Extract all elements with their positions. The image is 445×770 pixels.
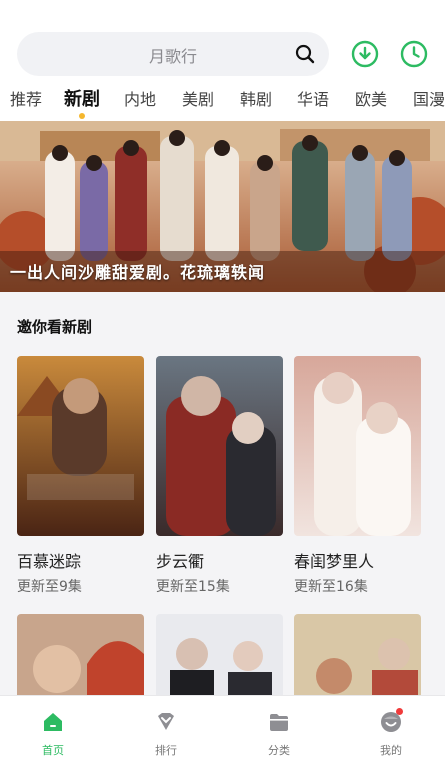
category-folder-icon: [270, 714, 288, 731]
download-icon: [351, 40, 379, 68]
search-icon[interactable]: [293, 42, 317, 66]
tab-mainland[interactable]: 内地: [124, 86, 156, 110]
history-clock-icon: [400, 40, 428, 68]
search-placeholder: 月歌行: [148, 47, 197, 66]
drama-title: 春闺梦里人: [294, 552, 375, 571]
search-bar[interactable]: 月歌行: [17, 32, 329, 76]
category-tabs: 推荐 新剧 内地 美剧 韩剧 华语 欧美 国漫: [0, 86, 445, 120]
hero-banner[interactable]: 一出人间沙雕甜爱剧。花琉璃轶闻: [0, 121, 445, 292]
active-tab-indicator: [79, 113, 85, 119]
tab-western[interactable]: 欧美: [355, 86, 387, 110]
tab-korean-drama[interactable]: 韩剧: [240, 86, 272, 110]
tab-recommend[interactable]: 推荐: [10, 86, 42, 110]
nav-home[interactable]: 首页: [23, 710, 83, 758]
nav-category[interactable]: 分类: [249, 710, 309, 758]
home-icon: [44, 713, 62, 731]
tab-us-drama[interactable]: 美剧: [182, 86, 214, 110]
nav-label: 排行: [155, 744, 177, 757]
notification-badge: [396, 708, 403, 715]
nav-label: 分类: [268, 744, 290, 757]
bottom-nav: 首页 排行 分类 我的: [0, 695, 445, 770]
drama-episode-status: 更新至15集: [156, 579, 230, 595]
drama-poster-next-row[interactable]: [156, 614, 283, 695]
nav-label: 首页: [42, 744, 64, 757]
drama-episode-status: 更新至16集: [294, 579, 368, 595]
banner-caption: 一出人间沙雕甜爱剧。花琉璃轶闻: [10, 263, 266, 282]
drama-title: 百慕迷踪: [17, 552, 82, 571]
new-drama-section: 邀你看新剧 百慕迷踪 更新至9集 步云衢 更新至15集 春闺梦里人 更新至16集: [0, 292, 445, 695]
drama-episode-status: 更新至9集: [17, 579, 82, 595]
download-button[interactable]: [351, 40, 379, 68]
history-button[interactable]: [400, 40, 428, 68]
nav-ranking[interactable]: 排行: [136, 710, 196, 758]
nav-profile[interactable]: 我的: [361, 708, 421, 758]
tab-domestic-anime[interactable]: 国漫: [413, 86, 445, 110]
ranking-icon: [158, 713, 174, 730]
drama-poster-next-row[interactable]: [294, 614, 421, 695]
nav-label: 我的: [380, 744, 402, 757]
drama-poster: [294, 356, 421, 536]
tab-chinese[interactable]: 华语: [297, 86, 329, 110]
top-bar: 月歌行 推荐 新剧 内地 美剧 韩剧 华语 欧美 国漫: [0, 0, 445, 122]
drama-poster: [156, 356, 283, 536]
drama-title: 步云衢: [156, 552, 205, 571]
tab-new-drama[interactable]: 新剧: [64, 85, 100, 111]
section-title: 邀你看新剧: [17, 318, 93, 336]
drama-poster: [17, 356, 144, 536]
drama-poster-next-row[interactable]: [17, 614, 144, 695]
